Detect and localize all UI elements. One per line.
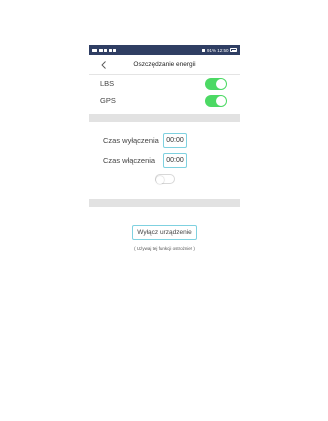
section-divider xyxy=(89,199,240,207)
device-section: Wyłącz urządzenie ( Używaj tej funkcji o… xyxy=(89,207,240,251)
on-time-label: Czas włączenia xyxy=(103,155,156,165)
status-system-info: 91% 12:50 xyxy=(202,48,237,53)
wifi-icon xyxy=(202,48,206,52)
chevron-left-icon xyxy=(101,61,106,69)
download-icon xyxy=(113,48,116,52)
page-title: Oszczędzanie energii xyxy=(133,61,196,68)
warning-text: ( Używaj tej funkcji ostrożnie! ) xyxy=(134,246,195,251)
battery-time-text: 91% 12:50 xyxy=(206,47,229,53)
section-divider xyxy=(89,114,240,122)
off-time-row: Czas wyłączenia 00:00 xyxy=(89,130,240,150)
message-icon xyxy=(92,48,97,52)
status-notification-icons xyxy=(92,48,116,52)
nav-bar: Oszczędzanie energii xyxy=(89,55,240,75)
off-time-label: Czas wyłączenia xyxy=(103,135,159,145)
shutdown-device-button[interactable]: Wyłącz urządzenie xyxy=(132,225,197,240)
signal-icon xyxy=(98,48,103,52)
schedule-switch[interactable] xyxy=(154,174,175,184)
status-bar: 91% 12:50 xyxy=(89,45,240,55)
off-time-input[interactable]: 00:00 xyxy=(163,132,187,148)
lbs-row: LBS xyxy=(89,75,240,92)
lbs-label: LBS xyxy=(100,79,115,88)
schedule-section: Czas wyłączenia 00:00 Czas włączenia 00:… xyxy=(89,122,240,199)
app-notification-icon xyxy=(104,48,107,52)
gps-row: GPS xyxy=(89,92,240,109)
lbs-switch[interactable] xyxy=(205,77,227,90)
battery-icon xyxy=(230,48,237,52)
schedule-switch-holder xyxy=(89,174,240,184)
on-time-row: Czas włączenia 00:00 xyxy=(89,150,240,170)
app-notification-icon xyxy=(108,48,112,52)
back-button[interactable] xyxy=(99,59,109,71)
gps-label: GPS xyxy=(100,96,116,105)
gps-switch[interactable] xyxy=(205,94,227,107)
on-time-input[interactable]: 00:00 xyxy=(163,152,187,168)
app-screen: 91% 12:50 Oszczędzanie energii LBS GPS C… xyxy=(89,45,240,373)
